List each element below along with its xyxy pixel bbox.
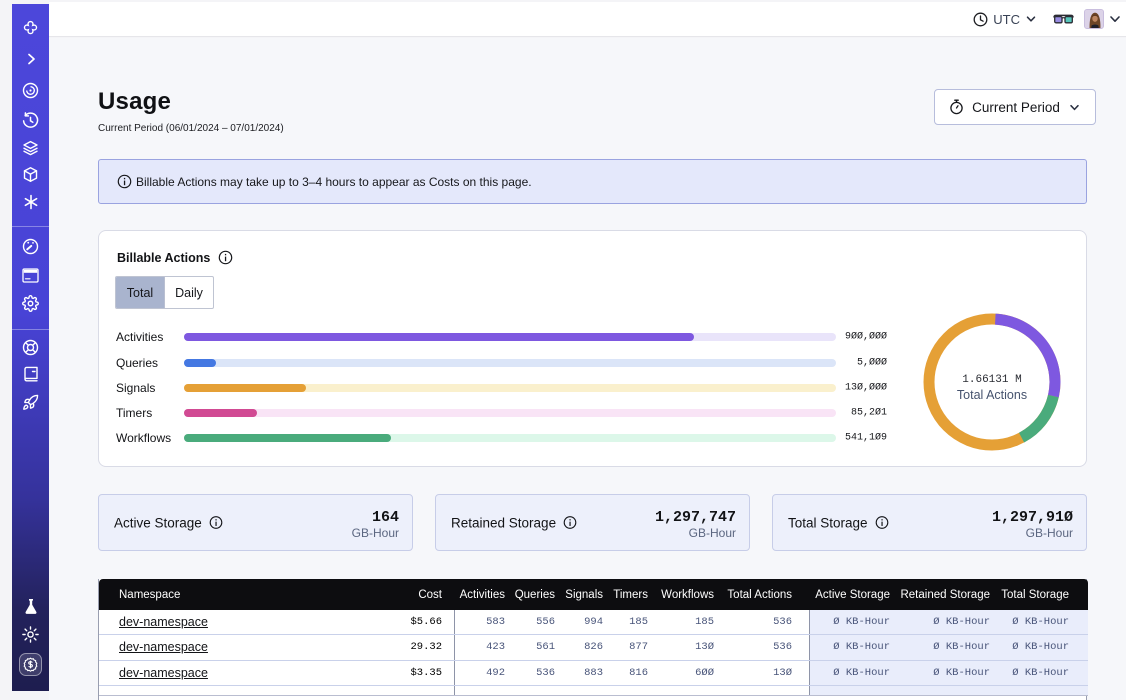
svg-text:Total Actions: Total Actions [957, 388, 1027, 402]
svg-text:1.66131 M: 1.66131 M [962, 374, 1021, 386]
